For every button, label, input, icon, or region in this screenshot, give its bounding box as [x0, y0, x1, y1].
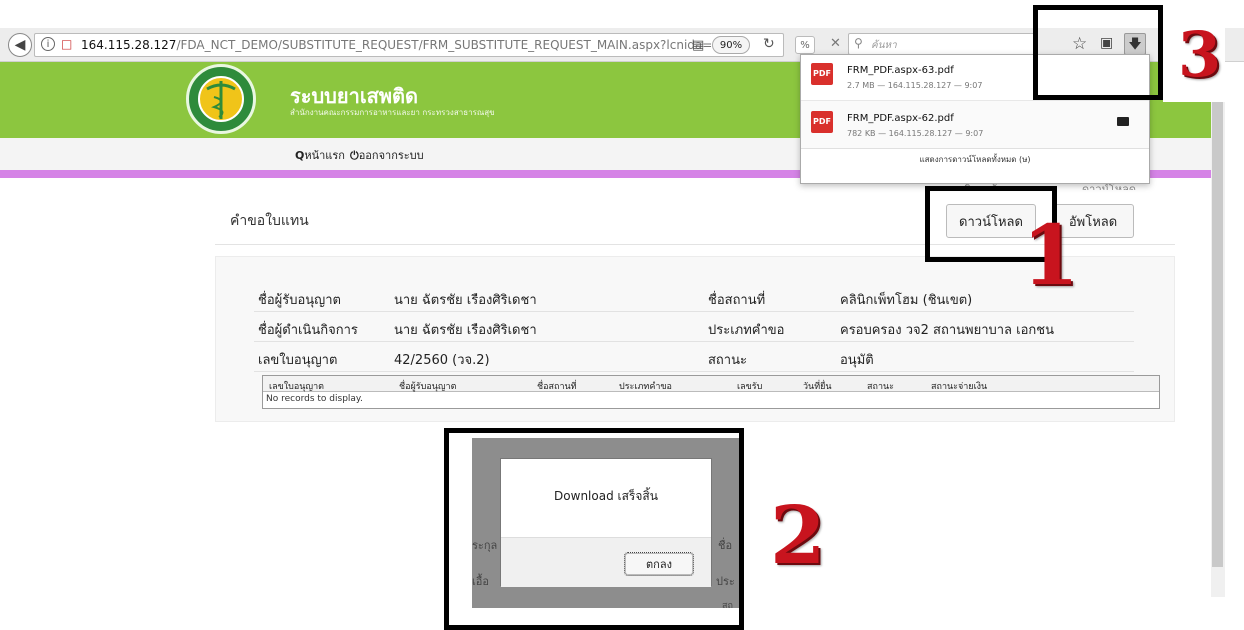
fda-logo	[186, 64, 256, 134]
col-payment-status[interactable]: สถานะจ่ายเงิน	[931, 379, 987, 393]
annotation-box-2	[444, 428, 744, 630]
download-item-1-name: FRM_PDF.aspx-63.pdf	[847, 65, 954, 76]
search-box[interactable]: ⚲ ค้นหา	[848, 33, 1036, 55]
label-request-type: ประเภทคำขอ	[708, 323, 785, 338]
download-item-2-name: FRM_PDF.aspx-62.pdf	[847, 113, 954, 124]
download-item-1-meta: 2.7 MB — 164.115.28.127 — 9:07	[847, 81, 983, 90]
annotation-box-3	[1033, 5, 1163, 100]
label-licensee: ชื่อผู้รับอนุญาต	[258, 293, 341, 308]
col-license-no[interactable]: เลขใบอนุญาต	[269, 379, 324, 393]
nav-home[interactable]: Qหน้าแรก	[295, 146, 345, 164]
value-licensee: นาย ฉัตรชัย เรืองศิริเดชา	[394, 293, 537, 308]
label-place: ชื่อสถานที่	[708, 293, 766, 308]
info-icon[interactable]: i	[41, 37, 55, 51]
grid-empty-message: No records to display.	[266, 394, 363, 404]
url-path: /FDA_NCT_DEMO/SUBSTITUTE_REQUEST/FRM_SUB…	[176, 38, 728, 52]
url-host: 164.115.28.127	[81, 38, 177, 52]
label-license-no: เลขใบอนุญาต	[258, 353, 338, 368]
download-item-2[interactable]: PDF FRM_PDF.aspx-62.pdf 782 KB — 164.115…	[801, 101, 1149, 149]
nav-logout-label: ออกจากระบบ	[358, 149, 424, 162]
back-button[interactable]: ◀	[8, 33, 32, 57]
value-status: อนุมัติ	[840, 353, 874, 368]
label-status: สถานะ	[708, 353, 747, 368]
label-operator: ชื่อผู้ดำเนินกิจการ	[258, 323, 358, 338]
col-status[interactable]: สถานะ	[867, 379, 894, 393]
url-text: 164.115.28.127/FDA_NCT_DEMO/SUBSTITUTE_R…	[81, 38, 728, 52]
show-all-downloads[interactable]: แสดงการดาวน์โหลดทั้งหมด (ษ)	[801, 153, 1149, 166]
col-submit-date[interactable]: วันที่ยื่น	[803, 379, 832, 393]
site-subtitle: สำนักงานคณะกรรมการอาหารและยา กระทรวงสาธา…	[290, 108, 495, 117]
page-title: คำขอใบแทน	[230, 213, 309, 229]
info-row-3: เลขใบอนุญาต 42/2560 (วจ.2) สถานะ อนุมัติ	[254, 341, 1134, 372]
url-bar[interactable]: i □ 164.115.28.127/FDA_NCT_DEMO/SUBSTITU…	[34, 33, 784, 57]
pdf-file-icon: PDF	[811, 63, 833, 85]
percent-badge[interactable]: %	[795, 36, 815, 54]
search-icon: ⚲	[854, 36, 863, 50]
annotation-number-3: 3	[1178, 18, 1222, 91]
zoom-indicator[interactable]: 90%	[712, 36, 750, 54]
col-request-type[interactable]: ประเภทคำขอ	[619, 379, 672, 393]
scrollbar-thumb[interactable]	[1212, 72, 1223, 567]
reader-view-icon[interactable]: ▤	[692, 38, 704, 53]
annotation-number-2: 2	[770, 488, 826, 582]
scrollbar-track[interactable]	[1211, 62, 1225, 597]
col-licensee[interactable]: ชื่อผู้รับอนุญาต	[399, 379, 456, 393]
search-placeholder: ค้นหา	[871, 40, 897, 51]
pdf-file-icon: PDF	[811, 111, 833, 133]
info-row-1: ชื่อผู้รับอนุญาต นาย ฉัตรชัย เรืองศิริเด…	[254, 281, 1134, 312]
nav-home-label: หน้าแรก	[304, 149, 345, 162]
value-license-no: 42/2560 (วจ.2)	[394, 353, 490, 368]
reload-icon[interactable]: ↻	[763, 36, 775, 52]
records-grid: เลขใบอนุญาต ชื่อผู้รับอนุญาต ชื่อสถานที่…	[262, 375, 1160, 409]
value-operator: นาย ฉัตรชัย เรืองศิริเดชา	[394, 323, 537, 338]
info-row-2: ชื่อผู้ดำเนินกิจการ นาย ฉัตรชัย เรืองศิร…	[254, 311, 1134, 342]
grid-header-row: เลขใบอนุญาต ชื่อผู้รับอนุญาต ชื่อสถานที่…	[263, 376, 1159, 392]
annotation-number-1: 1	[1022, 208, 1080, 304]
value-place: คลินิกเพ็ทโฮม (ชินเขต)	[840, 293, 973, 308]
value-request-type: ครอบครอง วจ2 สถานพยาบาล เอกชน	[840, 323, 1054, 338]
clear-search-icon[interactable]: ✕	[830, 36, 841, 51]
home-search-icon: Q	[295, 149, 305, 162]
col-place[interactable]: ชื่อสถานที่	[537, 379, 577, 393]
caduceus-icon	[198, 76, 244, 122]
power-icon: ⏻	[350, 149, 359, 162]
nav-logout[interactable]: ⏻ออกจากระบบ	[350, 146, 424, 164]
insecure-lock-icon[interactable]: □	[61, 37, 72, 51]
col-receive-no[interactable]: เลขรับ	[737, 379, 762, 393]
download-item-2-meta: 782 KB — 164.115.28.127 — 9:07	[847, 129, 984, 138]
open-folder-icon[interactable]	[1117, 117, 1129, 126]
